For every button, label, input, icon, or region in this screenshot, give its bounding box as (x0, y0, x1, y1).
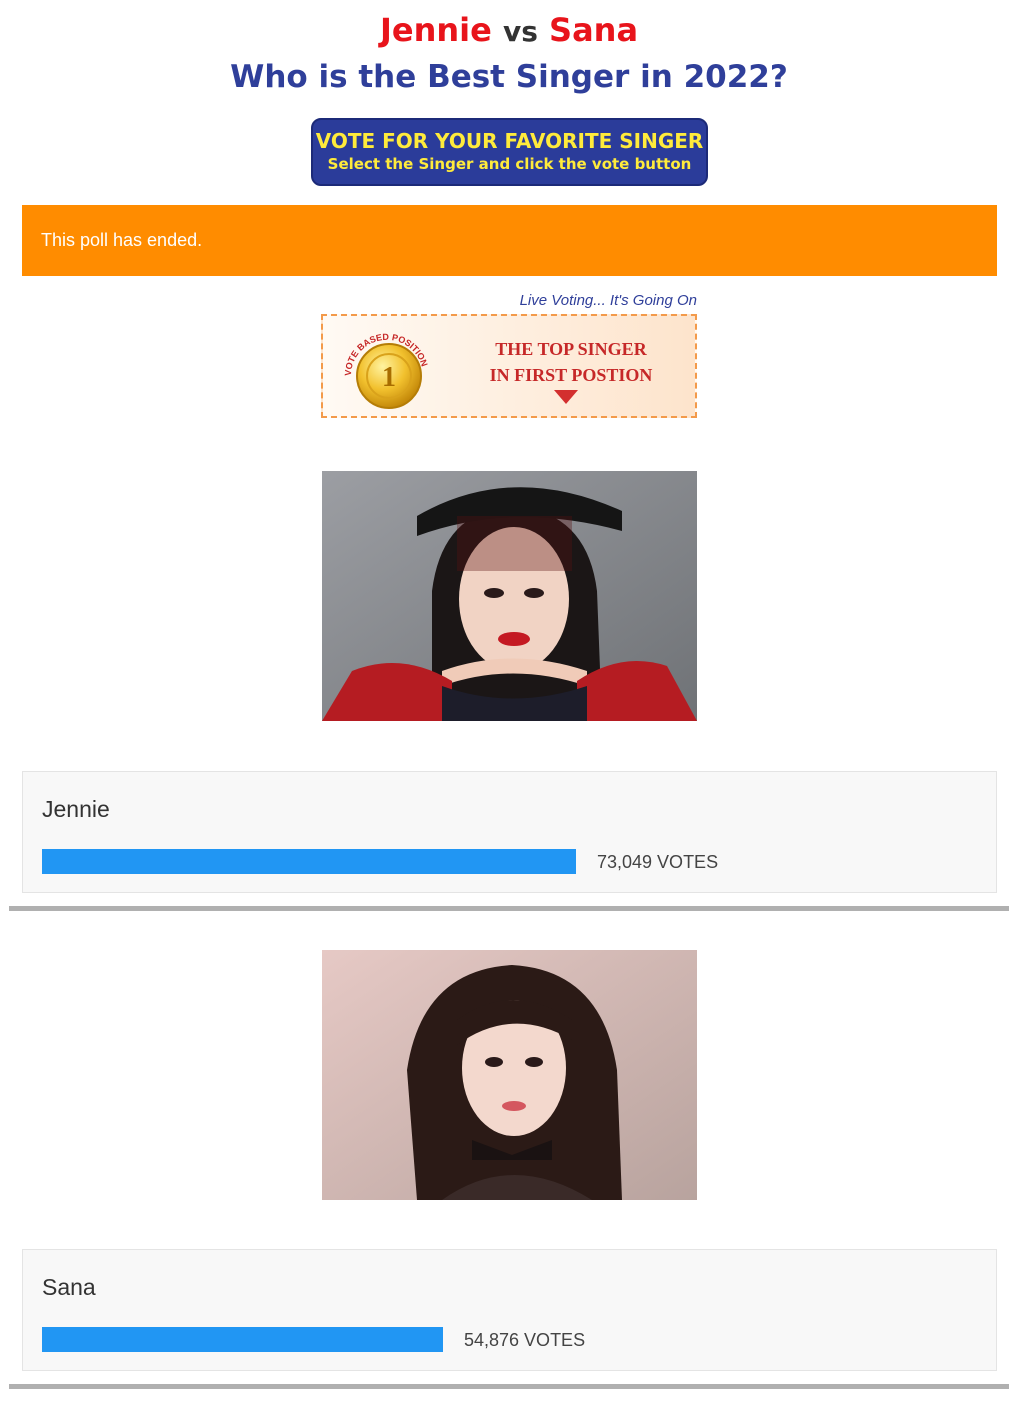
vote-banner-line2: Select the Singer and click the vote but… (327, 155, 692, 173)
portrait-image (322, 950, 697, 1200)
candidate-photo-sana (322, 950, 697, 1200)
vote-count: 73,049 VOTES (597, 852, 719, 872)
divider (9, 906, 1009, 911)
top-singer-text: THE TOP SINGER IN FIRST POSTION (471, 336, 671, 388)
down-arrow-icon (554, 390, 578, 404)
candidate-2-title: Sana (549, 11, 639, 49)
result-card-sana: Sana 54,876 VOTES (22, 1249, 997, 1371)
candidate-name: Jennie (42, 796, 110, 822)
top-singer-line2: IN FIRST POSTION (489, 365, 653, 385)
result-card-jennie: Jennie 73,049 VOTES (22, 771, 997, 893)
vote-banner-line1: VOTE FOR YOUR FAVORITE SINGER (315, 129, 704, 153)
divider (9, 1384, 1009, 1389)
live-voting-label: Live Voting... It's Going On (519, 292, 697, 309)
portrait-image (322, 471, 697, 721)
candidate-name: Sana (42, 1274, 96, 1300)
gold-medal-icon: 1 VOTE BASED POSITION (343, 332, 429, 409)
vote-bar (42, 1327, 444, 1352)
candidate-photo-jennie (322, 471, 697, 721)
poll-ended-notice: This poll has ended. (22, 205, 997, 276)
page-title: Jennie vs Sana (0, 10, 1018, 52)
vs-label: vs (502, 15, 538, 48)
medal-number: 1 (382, 362, 396, 393)
vote-bar (42, 849, 576, 874)
vote-bar-track (42, 849, 576, 874)
page-subtitle: Who is the Best Singer in 2022? (230, 59, 788, 95)
vote-instructions-banner: VOTE FOR YOUR FAVORITE SINGER Select the… (311, 118, 708, 186)
vote-count: 54,876 VOTES (464, 1330, 586, 1350)
top-singer-line1: THE TOP SINGER (495, 339, 647, 359)
top-singer-banner: Live Voting... It's Going On 1 VOTE BASE… (321, 290, 697, 422)
candidate-1-title: Jennie (379, 11, 492, 49)
